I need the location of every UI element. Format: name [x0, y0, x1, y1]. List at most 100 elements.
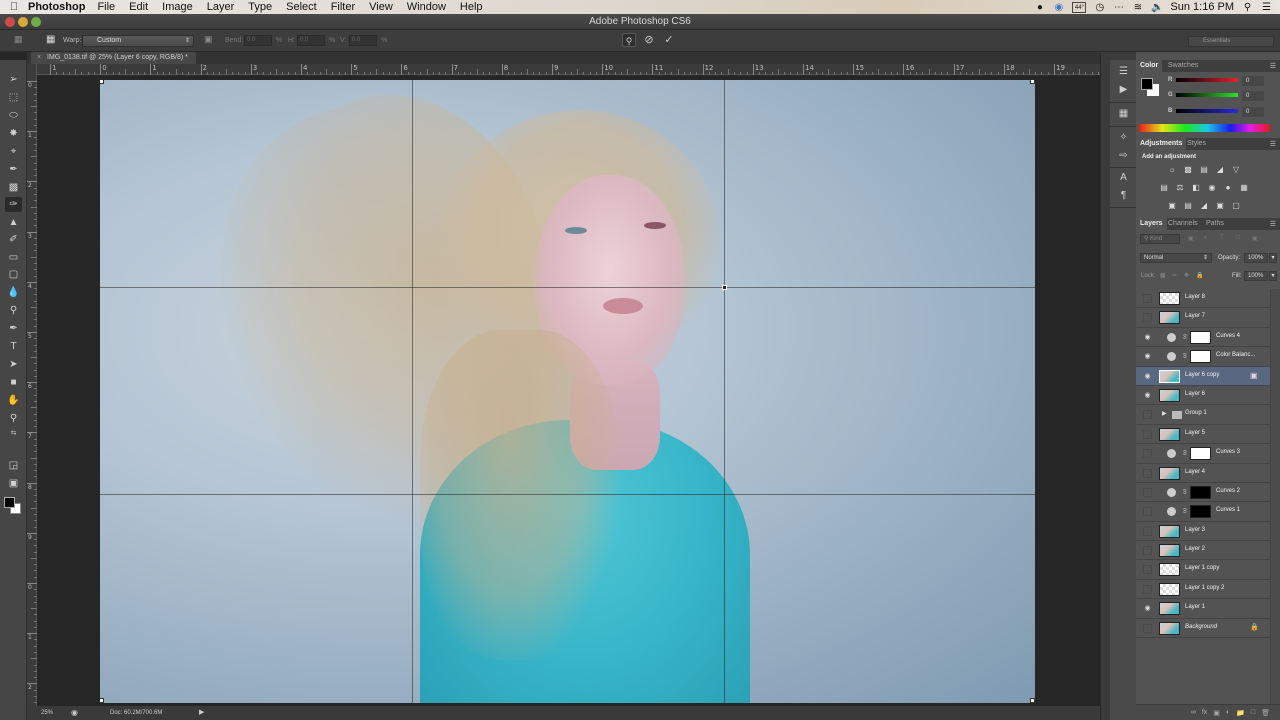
layer-thumbnail[interactable] [1159, 602, 1180, 616]
actions-panel-icon[interactable]: ▶ [1115, 82, 1132, 98]
layer-thumbnail[interactable] [1159, 427, 1180, 441]
warp-grid-line[interactable] [724, 80, 725, 703]
eyedropper-tool-icon[interactable]: ✒ [5, 162, 22, 177]
warp-handle[interactable] [1030, 80, 1035, 84]
vertical-distortion-input[interactable]: 0.0 [349, 35, 377, 46]
document-tab[interactable]: × IMG_0138.tif @ 25% (Layer 6 copy, RGB/… [31, 52, 196, 64]
marquee-tool-icon[interactable]: ⬚ [5, 90, 22, 105]
blur-tool-icon[interactable]: 💧 [5, 285, 22, 300]
cancel-transform-icon[interactable]: ⊘ [642, 33, 656, 47]
swap-colors-icon[interactable]: ⇆ [5, 426, 22, 441]
visibility-off-toggle[interactable] [1143, 507, 1152, 517]
brush-presets-panel-icon[interactable]: ✧ [1115, 130, 1132, 146]
layer-row[interactable]: Layer 5 [1136, 424, 1270, 445]
photo-filter-icon[interactable]: ◉ [1206, 182, 1218, 193]
eraser-tool-icon[interactable]: ▭ [5, 250, 22, 265]
hue-saturation-icon[interactable]: ▤ [1158, 182, 1170, 193]
layer-row[interactable]: ▶ Group 1 [1136, 405, 1270, 425]
gradient-map-icon[interactable]: ▢ [1230, 200, 1242, 211]
volume-icon[interactable]: 🔈 [1151, 2, 1163, 13]
spot-healing-tool-icon[interactable]: ▩ [5, 180, 22, 195]
layer-thumbnail[interactable] [1159, 544, 1180, 558]
lock-all-icon[interactable]: 🔒 [1196, 272, 1203, 279]
opacity-dropdown-icon[interactable]: ▾ [1269, 253, 1277, 263]
menu-layer[interactable]: Layer [207, 1, 235, 13]
posterize-icon[interactable]: ▤ [1182, 200, 1194, 211]
type-tool-icon[interactable]: T [5, 339, 22, 354]
zoom-tool-icon[interactable]: ⚲ [5, 411, 22, 426]
link-layers-icon[interactable]: ∞ [1191, 709, 1196, 716]
warp-handle[interactable] [100, 698, 104, 703]
foreground-color-swatch[interactable] [4, 497, 15, 508]
filter-shape-icon[interactable]: □ [1236, 235, 1240, 241]
visibility-off-toggle[interactable] [1143, 449, 1152, 459]
menu-clock[interactable]: Sun 1:16 PM [1170, 1, 1234, 13]
panel-menu-icon[interactable]: ☰ [1270, 220, 1276, 228]
new-group-icon[interactable]: 📁 [1236, 709, 1245, 717]
layer-row[interactable]: ◉ Layer 1 [1136, 599, 1270, 619]
rectangle-tool-icon[interactable]: ■ [5, 375, 22, 390]
path-selection-tool-icon[interactable]: ➤ [5, 357, 22, 372]
warp-grid-line[interactable] [100, 287, 1035, 288]
fill-input[interactable]: 100% [1244, 271, 1268, 281]
layer-thumbnail[interactable] [1159, 369, 1180, 383]
screen-mode-icon[interactable]: ▣ [5, 476, 22, 491]
green-slider[interactable] [1176, 93, 1238, 97]
weather-icon[interactable]: 44° [1072, 1, 1087, 13]
brush-tool-icon[interactable]: ✑ [5, 197, 22, 212]
new-layer-icon[interactable]: □ [1251, 709, 1255, 716]
clone-stamp-tool-icon[interactable]: ▲ [5, 215, 22, 230]
visibility-off-toggle[interactable] [1143, 546, 1152, 556]
visibility-off-toggle[interactable] [1143, 294, 1152, 303]
color-balance-icon[interactable]: ⚖ [1174, 182, 1186, 193]
globe-icon[interactable]: ◉ [1053, 2, 1064, 13]
document-image[interactable] [100, 80, 1035, 703]
status-menu-arrow-icon[interactable]: ▶ [199, 706, 204, 720]
warp-style-select[interactable]: Custom ⇕ [82, 35, 194, 47]
pen-tool-icon[interactable]: ✒ [5, 321, 22, 336]
bend-input[interactable]: 0.0 [244, 35, 272, 46]
visibility-off-toggle[interactable] [1143, 526, 1152, 536]
green-value-input[interactable]: 0 [1242, 91, 1264, 101]
proof-setup-icon[interactable]: ◉ [71, 706, 78, 720]
visibility-eye-icon[interactable]: ◉ [1143, 604, 1152, 613]
menu-file[interactable]: File [97, 1, 115, 13]
mask-link-icon[interactable]: ∞ [1180, 333, 1189, 339]
zoom-level[interactable]: 25% [41, 706, 53, 720]
brightness-contrast-icon[interactable]: ☼ [1166, 164, 1178, 175]
history-brush-tool-icon[interactable]: ✐ [5, 232, 22, 247]
panel-menu-icon[interactable]: ☰ [1270, 140, 1276, 148]
history-panel-icon[interactable]: ☰ [1115, 64, 1132, 80]
visibility-off-toggle[interactable] [1143, 487, 1152, 497]
horizontal-ruler[interactable]: 1 0 1 2 3 4 5 6 7 8 9 10 11 12 13 14 15 16 17 18 19 [37, 64, 1100, 75]
filter-adjustment-icon[interactable]: ◐ [1204, 235, 1208, 241]
lock-position-icon[interactable]: ✥ [1184, 272, 1189, 279]
menu-image[interactable]: Image [162, 1, 193, 13]
layer-row[interactable]: ◉ Layer 6 [1136, 385, 1270, 406]
layer-row[interactable]: Layer 1 copy [1136, 560, 1270, 580]
menu-app-name[interactable]: Photoshop [28, 1, 85, 13]
layer-row[interactable]: Layer 1 copy 2 [1136, 579, 1270, 600]
fill-dropdown-icon[interactable]: ▾ [1269, 271, 1277, 281]
visibility-eye-icon[interactable]: ◉ [1143, 352, 1152, 361]
menu-filter[interactable]: Filter [331, 1, 355, 13]
crop-tool-icon[interactable]: ⌖ [5, 144, 22, 159]
red-slider[interactable] [1176, 78, 1238, 82]
canvas-area[interactable] [37, 75, 1100, 706]
workspace-switcher[interactable]: Essentials [1188, 36, 1274, 47]
color-foreground-swatch[interactable] [1141, 78, 1153, 90]
selective-color-icon[interactable]: ▣ [1214, 200, 1226, 211]
lasso-tool-icon[interactable]: ⬭ [5, 108, 22, 123]
layer-row[interactable]: ◉ ∞ Curves 4 [1136, 327, 1270, 348]
blend-mode-select[interactable]: Normal ⇕ [1140, 253, 1212, 263]
visibility-off-toggle[interactable] [1143, 410, 1152, 420]
visibility-off-toggle[interactable] [1143, 623, 1152, 633]
layer-thumbnail[interactable] [1159, 311, 1180, 325]
filter-pixel-icon[interactable]: ▣ [1188, 235, 1194, 242]
layer-thumbnail[interactable] [1159, 388, 1180, 402]
tab-paths[interactable]: Paths [1202, 218, 1228, 230]
layer-row[interactable]: Layer 7 [1136, 308, 1270, 328]
delete-layer-icon[interactable]: 🗑 [1261, 709, 1270, 717]
layer-thumbnail[interactable] [1159, 621, 1180, 635]
red-value-input[interactable]: 0 [1242, 76, 1264, 86]
